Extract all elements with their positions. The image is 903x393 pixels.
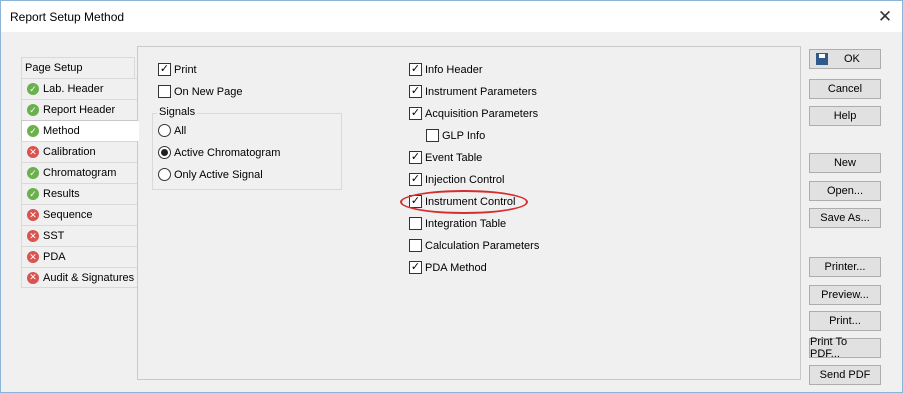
tab-method[interactable]: ✓ Method (21, 120, 139, 141)
error-circle-icon: ✕ (27, 271, 39, 284)
event-table-checkbox[interactable]: ✓ Event Table (409, 151, 482, 164)
print-button[interactable]: Print... (809, 311, 881, 331)
tab-sequence[interactable]: ✕ Sequence (21, 204, 139, 225)
tab-sst[interactable]: ✕ SST (21, 225, 139, 246)
tab-label: Calibration (43, 146, 96, 158)
checkbox-checked-icon: ✓ (409, 107, 422, 120)
tab-label: Sequence (43, 209, 93, 221)
radio-unselected-icon (158, 168, 171, 181)
tab-list: Page Setup ✓ Lab. Header ✓ Report Header… (21, 57, 149, 288)
tab-report-header[interactable]: ✓ Report Header (21, 99, 139, 120)
checkbox-checked-icon: ✓ (409, 85, 422, 98)
save-icon (816, 53, 828, 65)
tab-label: Page Setup (25, 62, 83, 74)
checkbox-checked-icon: ✓ (409, 151, 422, 164)
window-title: Report Setup Method (10, 10, 125, 24)
checkbox-checked-icon: ✓ (158, 63, 171, 76)
cancel-button[interactable]: Cancel (809, 79, 881, 99)
error-circle-icon: ✕ (27, 209, 39, 221)
print-to-pdf-button[interactable]: Print To PDF... (809, 336, 881, 360)
tab-label: PDA (43, 251, 66, 263)
tab-label: Lab. Header (43, 83, 104, 95)
tab-audit-signatures[interactable]: ✕ Audit & Signatures (21, 267, 139, 288)
dialog-client-area: Page Setup ✓ Lab. Header ✓ Report Header… (10, 41, 892, 391)
tab-chromatogram[interactable]: ✓ Chromatogram (21, 162, 139, 183)
check-circle-icon: ✓ (27, 125, 39, 137)
signals-group-label: Signals (157, 106, 198, 118)
checkbox-unchecked-icon (409, 239, 422, 252)
new-button[interactable]: New (809, 153, 881, 173)
print-checkbox[interactable]: ✓ Print (158, 63, 197, 76)
check-circle-icon: ✓ (27, 188, 39, 200)
tab-pda[interactable]: ✕ PDA (21, 246, 139, 267)
integration-table-checkbox[interactable]: Integration Table (409, 217, 506, 230)
tab-calibration[interactable]: ✕ Calibration (21, 141, 139, 162)
checkbox-checked-icon: ✓ (409, 261, 422, 274)
checkbox-checked-icon: ✓ (409, 63, 422, 76)
tab-label: Results (43, 188, 80, 200)
open-button[interactable]: Open... (809, 181, 881, 201)
close-button[interactable]: ✕ (870, 1, 900, 32)
close-icon: ✕ (877, 6, 893, 26)
glp-info-checkbox[interactable]: GLP Info (426, 129, 485, 142)
report-setup-dialog: Report Setup Method ✕ Page Setup ✓ Lab. … (0, 0, 903, 393)
instrument-control-checkbox[interactable]: ✓ Instrument Control (409, 195, 515, 208)
checkbox-unchecked-icon (158, 85, 171, 98)
tab-page-setup[interactable]: Page Setup (21, 57, 135, 78)
instrument-parameters-checkbox[interactable]: ✓ Instrument Parameters (409, 85, 537, 98)
tab-label: SST (43, 230, 65, 242)
checkbox-unchecked-icon (426, 129, 439, 142)
tab-label: Method (43, 125, 80, 137)
signals-group: Signals All Active Chromatogram Only Act… (152, 106, 342, 190)
error-circle-icon: ✕ (27, 230, 39, 242)
preview-button[interactable]: Preview... (809, 285, 881, 305)
checkbox-checked-icon: ✓ (409, 173, 422, 186)
radio-selected-icon (158, 146, 171, 159)
calculation-parameters-checkbox[interactable]: Calculation Parameters (409, 239, 539, 252)
tab-label: Audit & Signatures (43, 271, 135, 284)
signals-only-active-signal-radio[interactable]: Only Active Signal (158, 168, 263, 181)
printer-button[interactable]: Printer... (809, 257, 881, 277)
pda-method-checkbox[interactable]: ✓ PDA Method (409, 261, 487, 274)
save-as-button[interactable]: Save As... (809, 208, 881, 228)
help-button[interactable]: Help (809, 106, 881, 126)
check-circle-icon: ✓ (27, 83, 39, 95)
signals-active-chromatogram-radio[interactable]: Active Chromatogram (158, 146, 280, 159)
signals-all-radio[interactable]: All (158, 124, 186, 137)
checkbox-unchecked-icon (409, 217, 422, 230)
tab-label: Chromatogram (43, 167, 117, 179)
info-header-checkbox[interactable]: ✓ Info Header (409, 63, 482, 76)
tab-label: Report Header (43, 104, 116, 116)
title-bar: Report Setup Method ✕ (1, 1, 902, 32)
tab-lab-header[interactable]: ✓ Lab. Header (21, 78, 139, 99)
error-circle-icon: ✕ (27, 146, 39, 158)
checkbox-checked-icon: ✓ (409, 195, 422, 208)
ok-button[interactable]: OK (809, 49, 881, 69)
injection-control-checkbox[interactable]: ✓ Injection Control (409, 173, 505, 186)
on-new-page-checkbox[interactable]: On New Page (158, 85, 242, 98)
check-circle-icon: ✓ (27, 167, 39, 179)
radio-unselected-icon (158, 124, 171, 137)
method-tab-panel: ✓ Print On New Page Signals All Active C… (137, 46, 801, 380)
tab-results[interactable]: ✓ Results (21, 183, 139, 204)
acquisition-parameters-checkbox[interactable]: ✓ Acquisition Parameters (409, 107, 538, 120)
check-circle-icon: ✓ (27, 104, 39, 116)
send-pdf-button[interactable]: Send PDF (809, 365, 881, 385)
error-circle-icon: ✕ (27, 251, 39, 263)
